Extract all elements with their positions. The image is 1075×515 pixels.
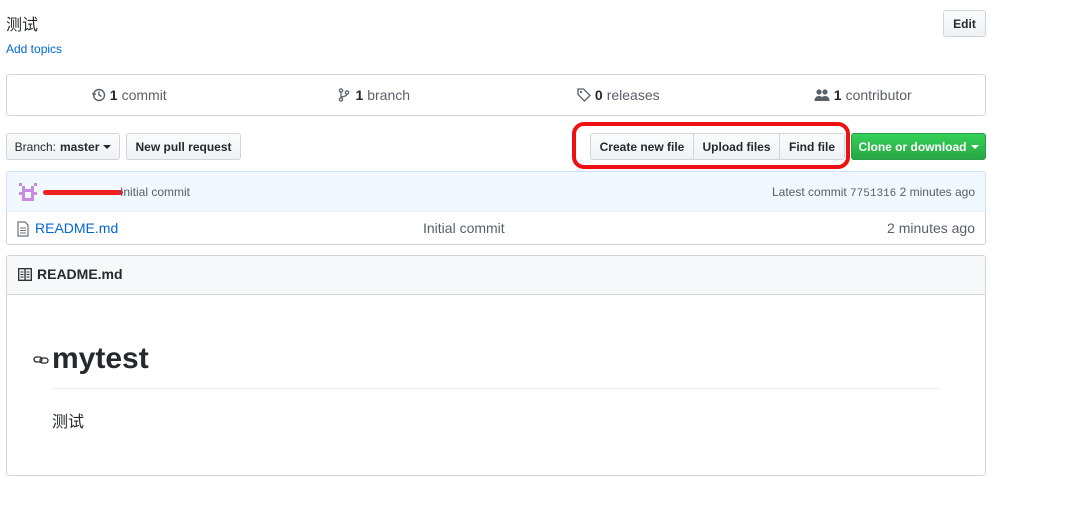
heading-divider	[52, 388, 940, 389]
branch-icon	[339, 88, 350, 102]
link-icon[interactable]	[33, 353, 49, 367]
avatar[interactable]	[19, 183, 37, 201]
commits-label: commit	[121, 87, 167, 103]
releases-count: 0	[594, 87, 603, 103]
contributors-label: contributor	[845, 87, 912, 103]
red-annotation-circle	[572, 122, 850, 169]
contributors-count: 1	[833, 87, 842, 103]
commits-summary[interactable]: 1 commit	[7, 87, 252, 103]
latest-commit-age: 2 minutes ago	[899, 185, 975, 199]
file-commit-message[interactable]: Initial commit	[423, 220, 505, 236]
releases-label: releases	[606, 87, 660, 103]
file-name-link[interactable]: README.md	[35, 220, 118, 236]
branch-select-button[interactable]: Branch: master	[6, 133, 120, 160]
readme-title: README.md	[37, 266, 123, 282]
people-icon	[814, 89, 830, 101]
clone-label: Clone or download	[858, 139, 967, 154]
edit-button[interactable]: Edit	[943, 10, 986, 37]
tag-icon	[577, 88, 591, 102]
branch-prefix: Branch:	[14, 139, 56, 154]
clone-or-download-button[interactable]: Clone or download	[851, 133, 986, 160]
caret-down-icon	[103, 144, 112, 149]
caret-down-icon	[970, 144, 979, 149]
add-topics-link[interactable]: Add topics	[6, 42, 62, 56]
latest-commit-message[interactable]: Initial commit	[120, 185, 190, 199]
latest-commit-prefix: Latest commit	[772, 185, 847, 199]
latest-commit-info: Latest commit 7751316 2 minutes ago	[772, 185, 975, 200]
branches-label: branch	[367, 87, 411, 103]
book-icon	[18, 268, 32, 281]
releases-summary[interactable]: 0 releases	[496, 87, 741, 103]
new-pull-request-button[interactable]: New pull request	[126, 133, 241, 160]
repo-summary-bar: 1 commit 1 branch 0 releases 1 contribut…	[6, 74, 986, 116]
redaction-mark	[43, 190, 123, 195]
readme-header: README.md	[7, 256, 985, 295]
commits-count: 1	[109, 87, 118, 103]
history-icon	[91, 88, 105, 102]
file-age: 2 minutes ago	[887, 220, 975, 236]
latest-commit-bar: Initial commit Latest commit 7751316 2 m…	[6, 171, 986, 212]
branches-count: 1	[355, 87, 364, 103]
readme-panel: README.md mytest 测试	[6, 255, 986, 476]
branches-summary[interactable]: 1 branch	[252, 87, 497, 103]
repo-description: 测试	[6, 17, 39, 34]
latest-commit-sha[interactable]: 7751316	[850, 188, 896, 200]
readme-body-text: 测试	[52, 414, 85, 431]
readme-heading: mytest	[52, 342, 149, 375]
file-icon	[17, 221, 29, 237]
contributors-summary[interactable]: 1 contributor	[741, 87, 986, 103]
branch-name: master	[60, 139, 100, 154]
file-row: README.md Initial commit 2 minutes ago	[6, 211, 986, 245]
